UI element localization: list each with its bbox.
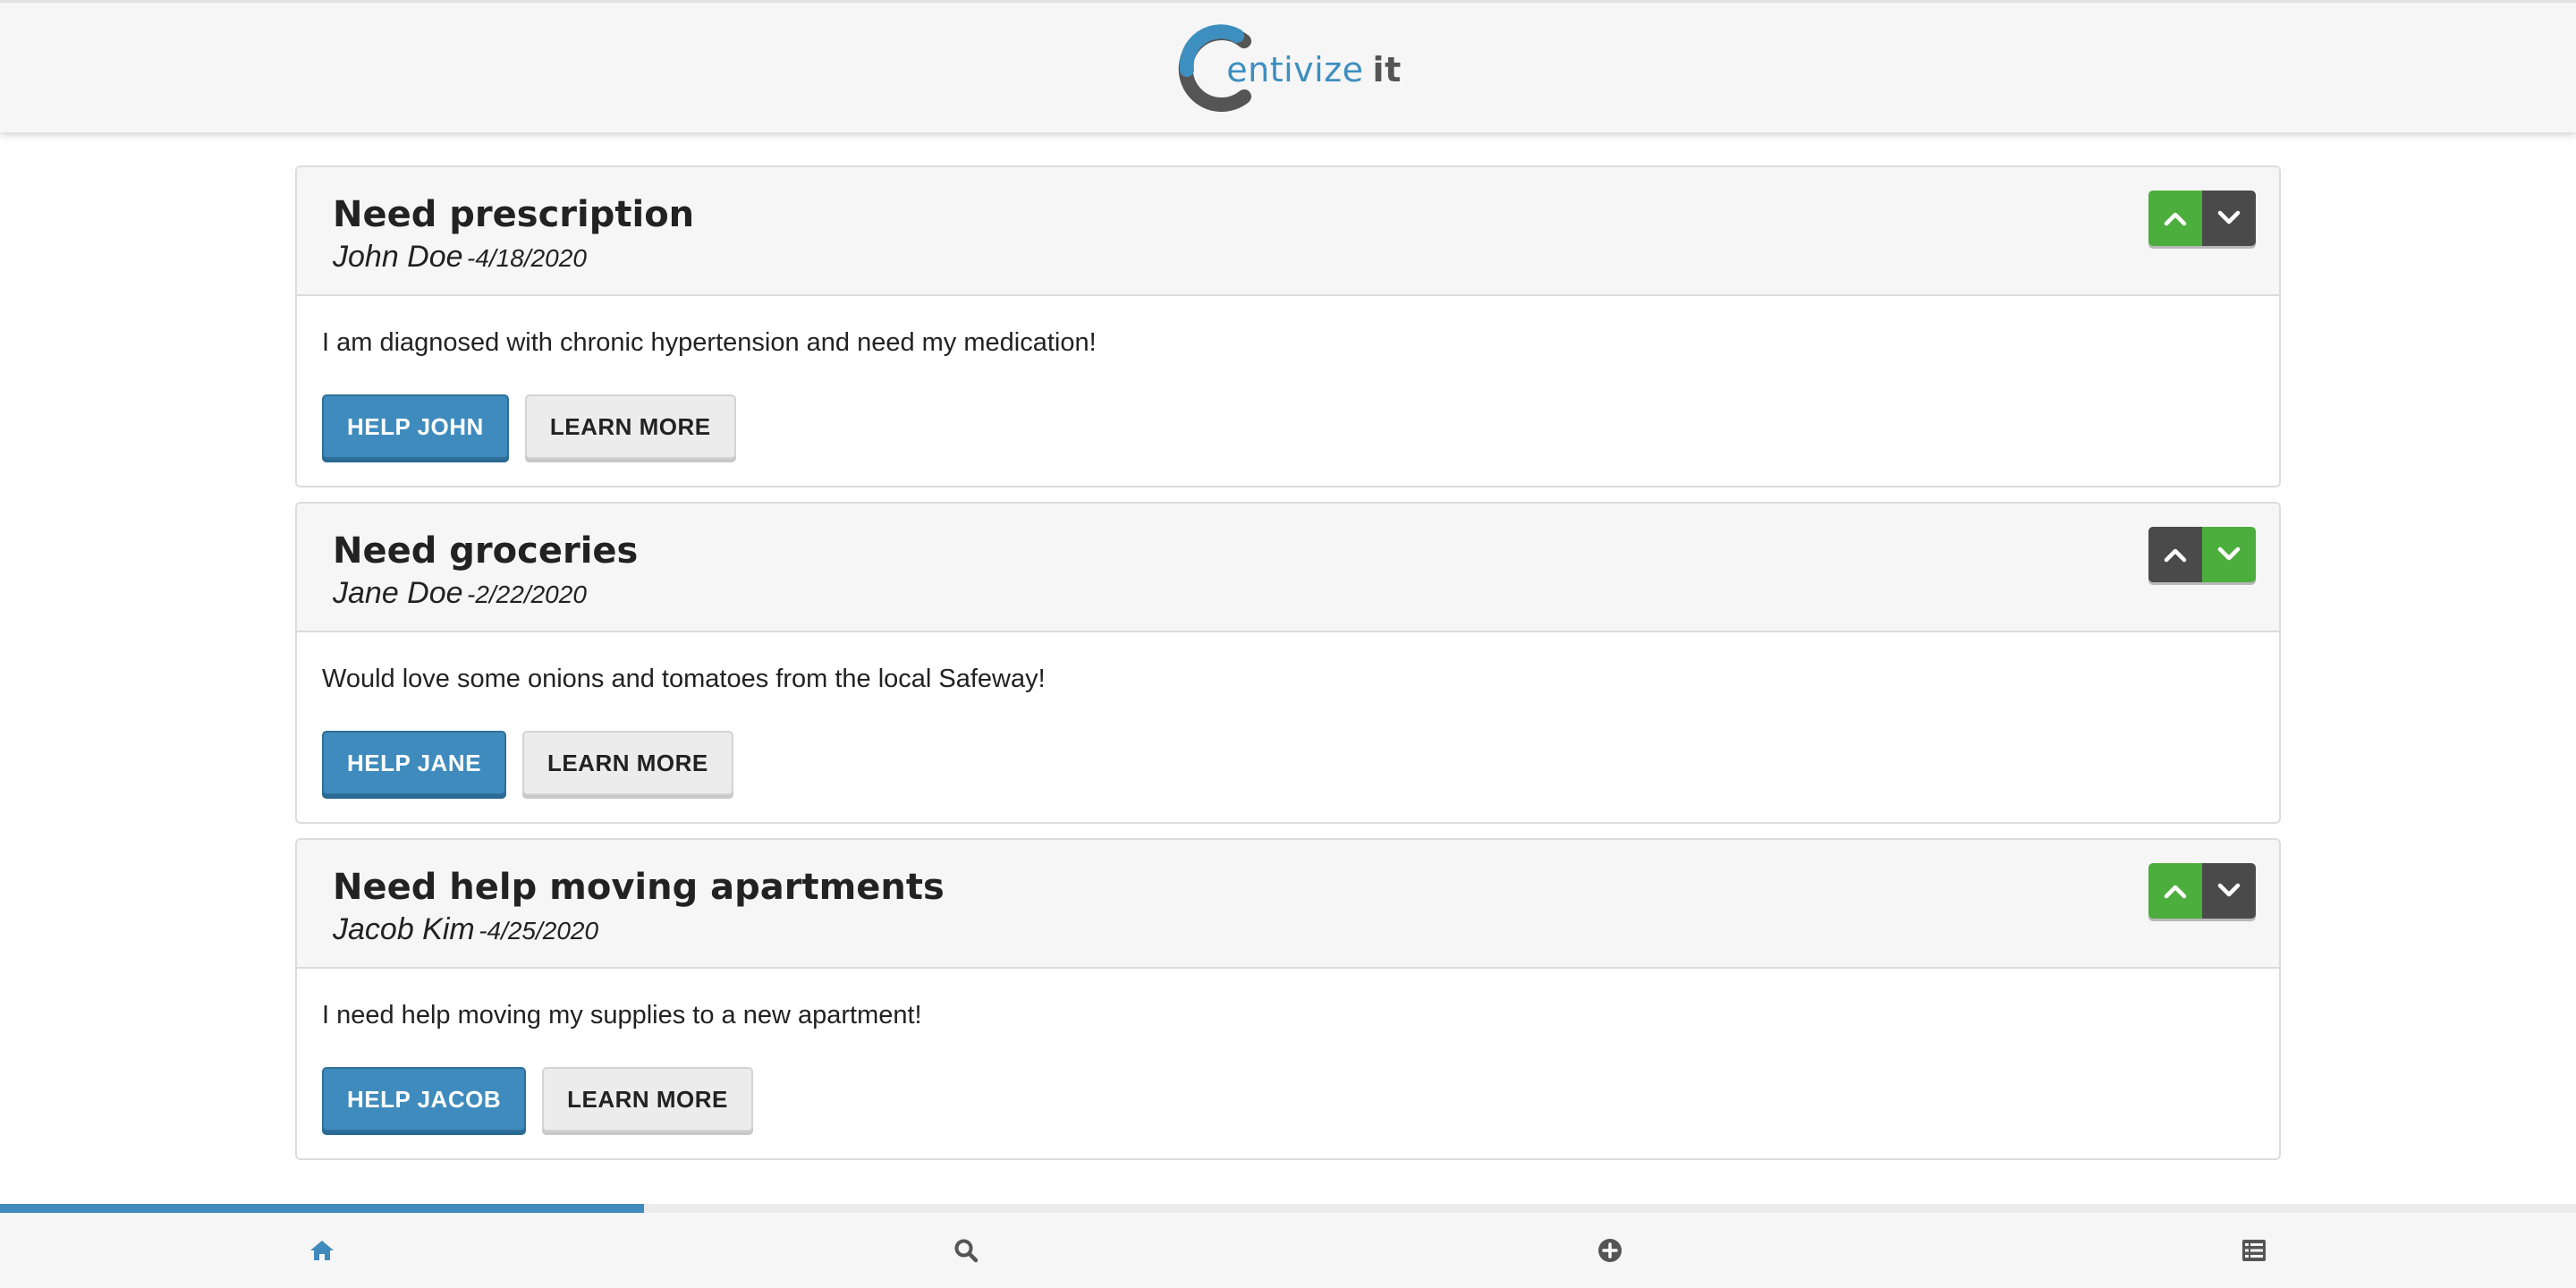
downvote-button[interactable] [2202,527,2256,582]
learn-more-button[interactable]: LEARN MORE [542,1067,753,1131]
nav-create[interactable] [1288,1213,1932,1288]
request-card: Need help moving apartments Jacob Kim -4… [295,838,2281,1160]
card-actions: HELP JANE LEARN MORE [322,731,2254,795]
card-header: Need help moving apartments Jacob Kim -4… [297,840,2279,969]
chevron-up-icon [2164,212,2187,226]
scroll-progress-fill [0,1204,644,1213]
help-john-button[interactable]: HELP JOHN [322,394,509,459]
vote-group [2148,191,2256,246]
card-title: Need help moving apartments [333,867,945,908]
help-jacob-button[interactable]: HELP JACOB [322,1067,527,1131]
nav-search[interactable] [644,1213,1288,1288]
chevron-up-icon [2164,548,2187,563]
card-actions: HELP JACOB LEARN MORE [322,1067,2254,1131]
card-header: Need groceries Jane Doe -2/22/2020 [297,504,2279,632]
card-date: -2/22/2020 [467,580,587,608]
chevron-down-icon [2217,210,2241,225]
nav-list[interactable] [1932,1213,2576,1288]
centivize-logo[interactable]: entivize it [1174,23,1402,113]
app-header: entivize it [0,0,2576,132]
card-author: Jacob Kim [333,912,475,946]
card-body: I need help moving my supplies to a new … [297,969,2279,1158]
card-body: I am diagnosed with chronic hypertension… [297,296,2279,486]
downvote-button[interactable] [2202,191,2256,246]
learn-more-button[interactable]: LEARN MORE [521,731,733,795]
upvote-button[interactable] [2148,191,2202,246]
chevron-down-icon [2217,883,2241,897]
learn-more-button[interactable]: LEARN MORE [524,394,736,459]
help-jane-button[interactable]: HELP JANE [322,731,506,795]
downvote-button[interactable] [2202,863,2256,919]
request-card: Need groceries Jane Doe -2/22/2020 Would… [295,502,2281,824]
nav-home[interactable] [0,1213,644,1288]
logo-wordmark: entivize it [1226,49,1402,89]
vote-group [2148,527,2256,582]
upvote-button[interactable] [2148,863,2202,919]
list-icon [2242,1240,2266,1261]
home-icon [310,1241,334,1260]
scroll-progress-bar [0,1204,2576,1213]
card-header: Need prescription John Doe -4/18/2020 [297,167,2279,296]
card-actions: HELP JOHN LEARN MORE [322,394,2254,459]
card-meta: John Doe -4/18/2020 [333,239,2243,281]
card-date: -4/25/2020 [479,917,599,945]
card-meta: Jacob Kim -4/25/2020 [333,911,2243,953]
request-card: Need prescription John Doe -4/18/2020 I … [295,165,2281,487]
vote-group [2148,863,2256,919]
plus-circle-icon [1598,1239,1622,1262]
card-date: -4/18/2020 [467,244,587,272]
card-meta: Jane Doe -2/22/2020 [333,575,2243,617]
search-icon [954,1239,979,1263]
chevron-down-icon [2217,547,2241,561]
card-title: Need groceries [333,530,639,572]
card-body: Would love some onions and tomatoes from… [297,632,2279,822]
chevron-up-icon [2164,885,2187,899]
card-author: John Doe [333,240,463,274]
card-description: Would love some onions and tomatoes from… [322,665,1046,693]
upvote-button[interactable] [2148,527,2202,582]
bottom-nav [0,1213,2576,1288]
card-description: I am diagnosed with chronic hypertension… [322,328,1097,357]
card-description: I need help moving my supplies to a new … [322,1001,922,1030]
request-feed: Need prescription John Doe -4/18/2020 I … [295,165,2281,1174]
card-author: Jane Doe [333,576,463,610]
card-title: Need prescription [333,194,695,235]
